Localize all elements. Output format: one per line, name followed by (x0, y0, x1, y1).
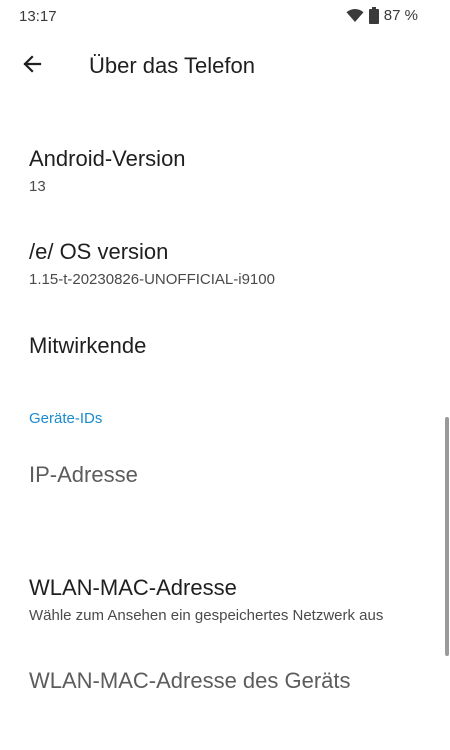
pref-title: IP-Adresse (29, 462, 138, 487)
pref-android-version[interactable]: Android-Version 13 (29, 146, 430, 195)
pref-summary: 13 (29, 178, 46, 195)
scrollbar[interactable] (445, 417, 449, 656)
battery-percentage: 87 % (383, 7, 418, 24)
pref-summary: 1.15-t-20230826-UNOFFICIAL-i9100 (29, 271, 275, 288)
app-bar: Über das Telefon (0, 38, 450, 94)
pref-title: Android-Version (29, 146, 186, 171)
pref-wlan-mac-address[interactable]: WLAN-MAC-Adresse Wähle zum Ansehen ein g… (29, 575, 430, 624)
status-bar: 13:17 87 % (0, 0, 450, 34)
pref-device-wlan-mac-address[interactable]: WLAN-MAC-Adresse des Geräts (29, 668, 430, 694)
pref-os-version[interactable]: /e/ OS version 1.15-t-20230826-UNOFFICIA… (29, 239, 430, 288)
battery-icon (368, 7, 379, 24)
page-title: Über das Telefon (89, 53, 255, 78)
pref-contributors[interactable]: Mitwirkende (29, 333, 430, 359)
pref-title: WLAN-MAC-Adresse (29, 575, 237, 600)
status-icons: 87 % (346, 7, 418, 24)
pref-ip-address[interactable]: IP-Adresse (29, 462, 430, 488)
section-header-device-ids: Geräte-IDs (29, 410, 103, 427)
wifi-icon (346, 8, 364, 23)
status-time: 13:17 (19, 8, 57, 25)
back-arrow-icon (22, 54, 42, 79)
pref-title: WLAN-MAC-Adresse des Geräts (29, 668, 351, 693)
pref-title: /e/ OS version (29, 239, 169, 264)
back-button[interactable] (14, 48, 50, 84)
pref-title: Mitwirkende (29, 333, 147, 358)
pref-summary: Wähle zum Ansehen ein gespeichertes Netz… (29, 607, 384, 624)
